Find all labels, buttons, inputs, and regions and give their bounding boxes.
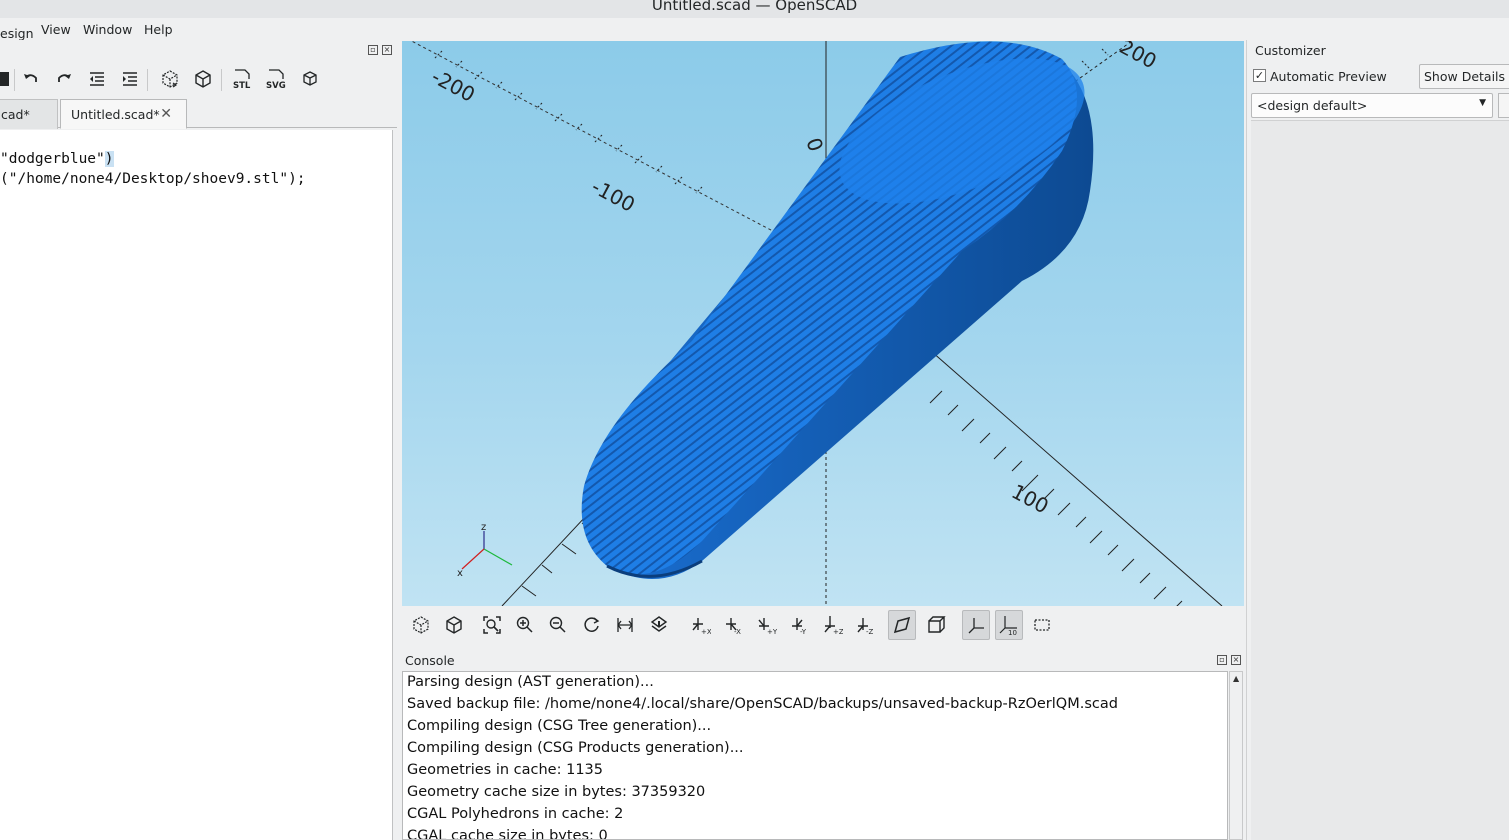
console-header: Console ▫ × [402, 651, 1244, 671]
tab-close-icon[interactable]: ✕ [160, 106, 172, 122]
view-y-minus-icon[interactable]: -Y [785, 610, 813, 640]
axis-label: 100 [1008, 479, 1053, 518]
preview-icon[interactable] [158, 66, 182, 92]
tab-label: cad* [1, 107, 30, 122]
menu-view[interactable]: View [41, 22, 71, 37]
indent-icon[interactable] [118, 66, 142, 92]
console-close-icon[interactable]: × [1231, 655, 1241, 665]
console-title: Console [405, 653, 455, 668]
view-all-icon[interactable] [478, 610, 506, 640]
axis-label: 0 [801, 135, 828, 155]
viewport-canvas: -200 -100 100 200 0 z x [410, 41, 1223, 606]
editor-tabs: cad* Untitled.scad* ✕ [0, 98, 397, 129]
axis-label: 200 [1116, 41, 1161, 73]
zoom-in-icon[interactable] [511, 610, 539, 640]
menu-design-label: esign [0, 26, 34, 41]
view-x-plus-icon[interactable]: +X [686, 610, 714, 640]
toolbar-separator [14, 69, 15, 91]
unindent-icon[interactable] [85, 66, 109, 92]
console-line: CGAL cache size in bytes: 0 [407, 828, 608, 840]
axis-label: -200 [428, 64, 479, 107]
toolbar-separator [147, 69, 148, 91]
console-line: Parsing design (AST generation)... [407, 674, 654, 690]
customizer-title: Customizer [1255, 43, 1326, 58]
axis-label: -100 [588, 174, 639, 217]
code-line: "dodgerblue") [0, 151, 114, 171]
customizer-pane: Customizer ✓ Automatic Preview Show Deta… [1246, 40, 1509, 840]
view-label: -Z [866, 628, 874, 636]
view-label: -X [734, 628, 741, 636]
show-details-button[interactable]: Show Details [1419, 64, 1509, 89]
view-label: +X [701, 628, 711, 636]
tab-other-file[interactable]: cad* [0, 99, 58, 129]
export-svg-icon[interactable]: SVG [264, 66, 288, 92]
tab-untitled[interactable]: Untitled.scad* ✕ [60, 99, 187, 129]
window-title: Untitled.scad — OpenSCAD [651, 0, 858, 14]
toolbar-separator [221, 69, 222, 91]
undo-icon[interactable] [19, 66, 43, 92]
tab-label: Untitled.scad* [71, 107, 160, 122]
preset-select[interactable]: <design default> ▼ [1251, 93, 1493, 118]
reset-view-icon[interactable] [578, 610, 606, 640]
perspective-icon[interactable] [888, 610, 916, 640]
zoom-out-icon[interactable] [544, 610, 572, 640]
console-line: Compiling design (CSG Tree generation)..… [407, 718, 712, 734]
menu-help[interactable]: Help [144, 22, 173, 37]
3d-viewport[interactable]: -200 -100 100 200 0 z x [402, 41, 1244, 606]
stl-label: STL [233, 81, 251, 90]
preview-icon[interactable] [407, 610, 435, 640]
window-title-bar: Untitled.scad — OpenSCAD [0, 0, 1509, 18]
show-scale-icon[interactable]: 10 [995, 610, 1023, 640]
export-stl-icon[interactable]: STL [230, 66, 254, 92]
console-line: Geometry cache size in bytes: 37359320 [407, 784, 706, 800]
console-line: CGAL Polyhedrons in cache: 2 [407, 806, 624, 822]
show-axes-icon[interactable] [962, 610, 990, 640]
gizmo-z-label: z [481, 522, 486, 533]
render-icon[interactable] [191, 66, 215, 92]
console-float-icon[interactable]: ▫ [1217, 655, 1227, 665]
console-line: Saved backup file: /home/none4/.local/sh… [407, 696, 1118, 712]
console-scrollbar[interactable]: ▲ [1229, 671, 1243, 840]
orthogonal-icon[interactable] [922, 610, 950, 640]
svg-label: SVG [266, 81, 286, 90]
menu-bar: esign View Window Help [0, 18, 1509, 41]
save-icon[interactable] [0, 66, 14, 92]
editor-float-icon[interactable]: ▫ [368, 45, 378, 55]
preset-value: <design default> [1257, 98, 1368, 113]
orientation-gizmo: z x [457, 522, 513, 579]
automatic-preview-checkbox[interactable]: ✓ [1253, 69, 1266, 82]
code-text: "dodgerblue" [0, 151, 105, 167]
view-label: +Z [833, 628, 843, 636]
console-line: Geometries in cache: 1135 [407, 762, 603, 778]
editor-close-icon[interactable]: × [382, 45, 392, 55]
show-edges-icon[interactable] [1028, 610, 1056, 640]
code-bracket-highlight: ) [104, 151, 114, 167]
view-label: +Y [767, 628, 777, 636]
export-3d-icon[interactable] [298, 66, 322, 92]
editor-toolbar: STL SVG [0, 66, 397, 96]
view-z-plus-icon[interactable]: +Z [818, 610, 846, 640]
code-line: ("/home/none4/Desktop/shoev9.stl"); [0, 171, 306, 187]
view-z-minus-icon[interactable]: -Z [851, 610, 879, 640]
view-top-icon[interactable] [645, 610, 673, 640]
console-line: Compiling design (CSG Products generatio… [407, 740, 744, 756]
customizer-parameters [1251, 120, 1509, 840]
code-editor[interactable]: "dodgerblue") ("/home/none4/Desktop/shoe… [0, 130, 393, 840]
view-toolbar: +X -X +Y -Y +Z -Z 10 [402, 607, 1244, 643]
automatic-preview-label: Automatic Preview [1270, 69, 1387, 84]
view-y-plus-icon[interactable]: +Y [752, 610, 780, 640]
console-output[interactable]: Parsing design (AST generation)... Saved… [402, 671, 1228, 840]
render-icon[interactable] [440, 610, 468, 640]
menu-window[interactable]: Window [83, 22, 132, 37]
view-right-icon[interactable] [611, 610, 639, 640]
view-label: -Y [800, 628, 807, 636]
editor-pane: ▫ × STL SVG cad* Untitled.scad* ✕ "dodge… [0, 40, 397, 840]
redo-icon[interactable] [52, 66, 76, 92]
preset-action-button[interactable] [1498, 93, 1509, 118]
gizmo-x-label: x [457, 568, 463, 579]
scale-label: 10 [1008, 629, 1017, 636]
chevron-down-icon: ▼ [1479, 98, 1486, 108]
scroll-up-icon[interactable]: ▲ [1233, 674, 1239, 683]
view-x-minus-icon[interactable]: -X [719, 610, 747, 640]
